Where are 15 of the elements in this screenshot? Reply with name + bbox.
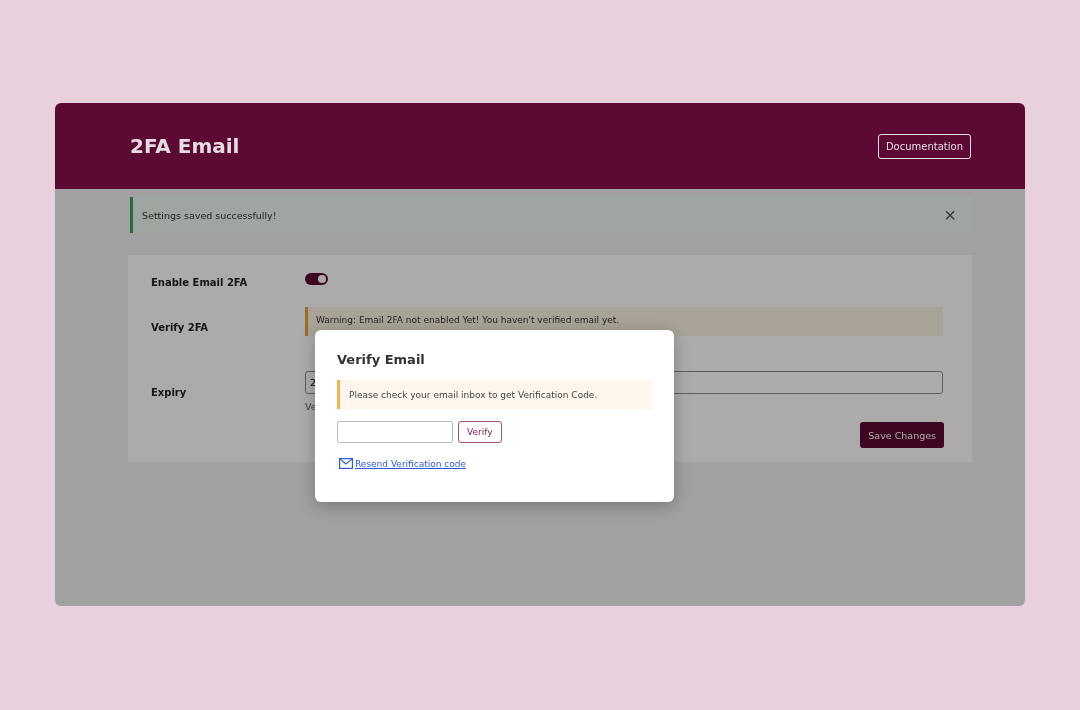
verify-button[interactable]: Verify [458, 421, 502, 443]
page-title: 2FA Email [130, 134, 240, 158]
field-label: Enable Email 2FA [151, 277, 248, 288]
mail-icon [339, 458, 353, 469]
save-button[interactable]: Save Changes [860, 422, 944, 448]
notice-text: Settings saved successfully! [142, 209, 277, 221]
code-field[interactable] [337, 421, 453, 443]
info-message: Please check your email inbox to get Verification Code. [337, 380, 652, 409]
modal-title: Verify Email [337, 352, 426, 367]
resend-link[interactable]: Resend Verification code [355, 458, 467, 469]
close-button[interactable]: × [940, 205, 960, 225]
toggle-switch[interactable] [305, 273, 328, 285]
field-label: Expiry [151, 387, 187, 398]
field-label: Verify 2FA [151, 322, 209, 333]
documentation-button[interactable]: Documentation [877, 133, 971, 159]
